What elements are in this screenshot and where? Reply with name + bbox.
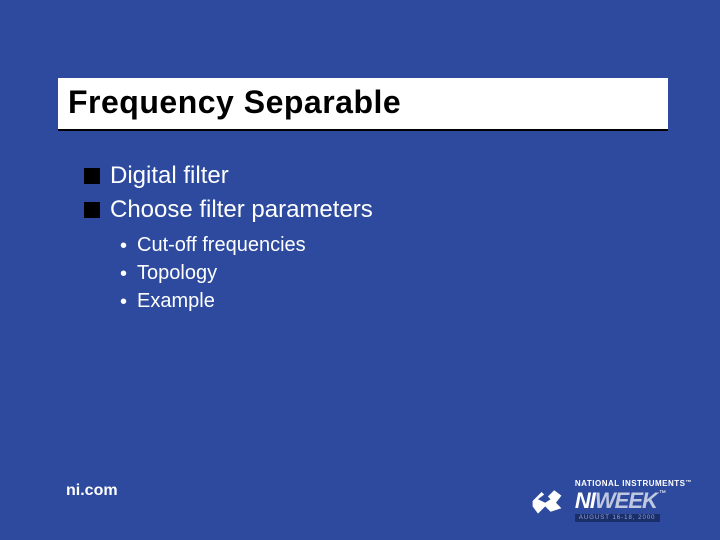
- bullet-text: Topology: [137, 262, 217, 285]
- dot-bullet-icon: •: [120, 292, 127, 312]
- brand-week: WEEK: [595, 490, 657, 512]
- brand-ni: NI: [575, 490, 595, 512]
- footer-brand: NATIONAL INSTRUMENTS™ NI WEEK ™ AUGUST 1…: [529, 480, 692, 522]
- bullet-text: Cut-off frequencies: [137, 234, 306, 257]
- bullet-level2: • Topology: [120, 262, 373, 285]
- brand-text-block: NATIONAL INSTRUMENTS™ NI WEEK ™ AUGUST 1…: [575, 480, 692, 522]
- brand-date: AUGUST 16-18, 2000: [575, 514, 660, 522]
- bullet-level2: • Cut-off frequencies: [120, 234, 373, 257]
- ni-eagle-icon: [529, 483, 565, 519]
- dot-bullet-icon: •: [120, 236, 127, 256]
- slide-title-strip: Frequency Separable: [58, 78, 668, 131]
- sub-bullet-group: • Cut-off frequencies • Topology • Examp…: [84, 234, 373, 313]
- bullet-text: Choose filter parameters: [110, 196, 373, 224]
- bullet-level1: Choose filter parameters: [84, 196, 373, 224]
- bullet-level1: Digital filter: [84, 162, 373, 190]
- square-bullet-icon: [84, 202, 100, 218]
- slide-title: Frequency Separable: [68, 84, 658, 121]
- slide-content: Digital filter Choose filter parameters …: [84, 162, 373, 318]
- footer-site: ni.com: [66, 482, 118, 500]
- square-bullet-icon: [84, 168, 100, 184]
- brand-company: NATIONAL INSTRUMENTS™: [575, 480, 692, 488]
- bullet-level2: • Example: [120, 290, 373, 313]
- trademark-icon: ™: [659, 490, 666, 497]
- dot-bullet-icon: •: [120, 264, 127, 284]
- brand-niweek: NI WEEK ™: [575, 490, 666, 512]
- bullet-text: Example: [137, 290, 215, 313]
- bullet-text: Digital filter: [110, 162, 229, 190]
